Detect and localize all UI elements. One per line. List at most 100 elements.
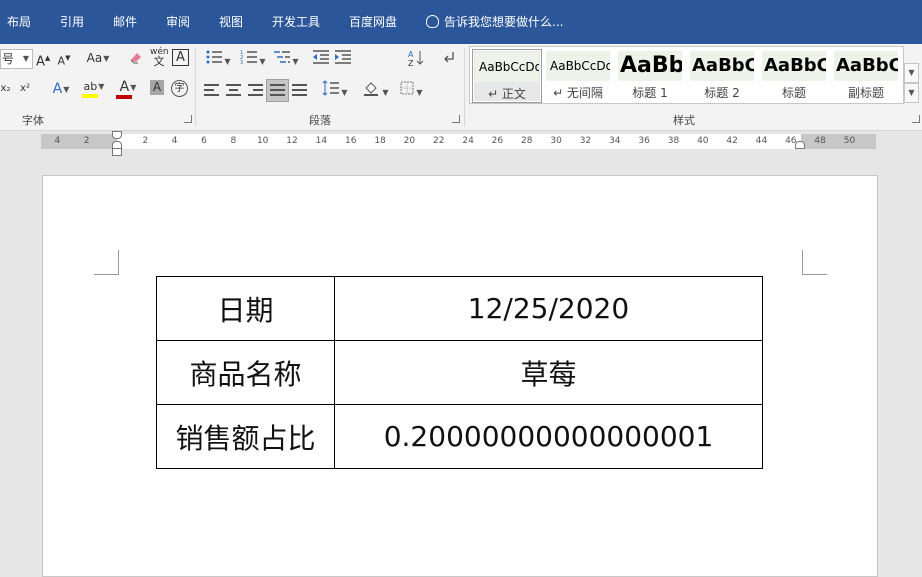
phonetic-guide-button[interactable]: wén 文 — [150, 47, 169, 69]
right-indent-marker[interactable] — [795, 141, 805, 149]
gallery-scroll-down-icon[interactable]: ▼ — [904, 63, 919, 83]
style-normal[interactable]: AaBbCcDd ↵ 正文 — [472, 49, 542, 103]
table-row: 日期 12/25/2020 — [156, 276, 763, 341]
tab-mailings[interactable]: 邮件 — [113, 15, 137, 29]
table-cell-value[interactable]: 0.20000000000000001 — [334, 404, 763, 469]
ruler-tick-label: 44 — [755, 136, 768, 146]
sort-button[interactable]: AZ — [408, 49, 424, 68]
increase-indent-button[interactable] — [334, 49, 352, 67]
paragraph-dialog-launcher-icon[interactable] — [452, 115, 460, 123]
style-heading-2[interactable]: AaBbC 标题 2 — [688, 49, 756, 101]
font-color-button[interactable]: A▼ — [115, 78, 141, 99]
shading-button[interactable]: ▼ — [362, 80, 390, 98]
style-subtitle[interactable]: AaBbC 副标题 — [832, 49, 900, 101]
ruler-tick-label: 36 — [638, 136, 650, 146]
multilevel-list-button[interactable]: ▼ — [272, 49, 300, 67]
first-line-indent-marker[interactable] — [112, 131, 122, 139]
styles-dialog-launcher-icon[interactable] — [912, 115, 920, 123]
style-name: 标题 — [781, 86, 806, 100]
grow-font-button[interactable]: A▲ — [36, 49, 50, 69]
tab-baidu-netdisk[interactable]: 百度网盘 — [349, 15, 397, 29]
svg-text:3: 3 — [240, 60, 243, 65]
ruler-tick-label: 6 — [201, 136, 207, 146]
chevron-down-icon: ▼ — [292, 57, 299, 66]
align-left-icon[interactable] — [204, 84, 219, 96]
style-preview: AaBbCcDd — [475, 52, 539, 82]
ruler-tick-label: 38 — [667, 136, 680, 146]
line-spacing-icon — [323, 80, 340, 96]
tab-references[interactable]: 引用 — [60, 15, 84, 29]
ruler-tick-label: 22 — [433, 136, 445, 146]
chevron-down-icon: ▼ — [130, 83, 137, 92]
table-cell-value[interactable]: 12/25/2020 — [334, 276, 763, 341]
character-shading-button[interactable]: A — [150, 80, 164, 95]
font-dialog-launcher-icon[interactable] — [184, 115, 192, 123]
ruler-tick-label: 34 — [609, 136, 621, 146]
borders-button[interactable]: ▼ — [397, 80, 425, 98]
character-border-button[interactable]: A — [172, 49, 189, 66]
table-cell-value[interactable]: 草莓 — [334, 340, 763, 405]
crop-mark-top-left — [94, 250, 119, 275]
justify-button[interactable] — [266, 79, 289, 102]
tell-me-search[interactable]: 告诉我您想要做什么... — [426, 14, 563, 30]
font-group-label: 字体 — [22, 114, 44, 127]
enclose-characters-button[interactable]: 字 — [171, 80, 188, 97]
ruler-tick-label: 48 — [814, 136, 826, 146]
decrease-indent-icon — [313, 50, 329, 64]
ribbon-tab-bar: 布局 引用 邮件 审阅 视图 开发工具 百度网盘 告诉我您想要做什么... — [0, 0, 922, 44]
numbering-button[interactable]: 1 2 3 ▼ — [238, 49, 268, 67]
show-formatting-marks-button[interactable] — [440, 49, 456, 67]
style-heading-1[interactable]: AaBb 标题 1 — [616, 49, 684, 101]
table-cell-label[interactable]: 商品名称 — [156, 340, 335, 405]
style-title[interactable]: AaBbC 标题 — [760, 49, 828, 101]
tab-review[interactable]: 审阅 — [166, 15, 190, 29]
ruler-tick-label: 40 — [697, 136, 709, 146]
subscript-icon: x₂ — [0, 83, 11, 94]
ruler-tick-label: 4 — [54, 136, 61, 146]
ruler-tick-label: 20 — [403, 136, 416, 146]
shrink-font-button[interactable]: A▼ — [57, 49, 71, 68]
chevron-down-icon: ▼ — [98, 82, 105, 91]
text-effects-button[interactable]: A▼ — [48, 80, 74, 98]
style-name: 标题 2 — [704, 86, 740, 100]
superscript-icon: x² — [20, 83, 30, 94]
subscript-button[interactable]: x₂ — [0, 80, 12, 98]
sort-icon: AZ — [408, 50, 424, 68]
horizontal-ruler[interactable]: 4 2 2 4 6 8 10 12 14 16 18 20 22 24 26 28 30 32 34 36 38 40 42… — [41, 134, 876, 149]
superscript-button[interactable]: x² — [17, 80, 33, 98]
highlight-button[interactable]: ab▼ — [80, 78, 108, 98]
bullets-button[interactable]: ▼ — [203, 49, 233, 67]
distributed-button[interactable] — [292, 82, 308, 98]
decrease-indent-button[interactable] — [312, 49, 330, 67]
change-case-button[interactable]: Aa▼ — [84, 49, 112, 67]
ruler-tick-label: 16 — [344, 136, 357, 146]
paragraph-mark-icon — [444, 52, 454, 63]
gallery-more-icon[interactable]: ▼ — [904, 83, 919, 103]
ruler-tick-label: 42 — [726, 136, 738, 146]
paint-bucket-icon — [364, 82, 379, 96]
line-spacing-button[interactable]: ▼ — [320, 80, 350, 98]
tab-developer[interactable]: 开发工具 — [272, 15, 320, 29]
document-table[interactable]: 日期 12/25/2020 商品名称 草莓 销售额占比 0.2000000000… — [156, 276, 763, 469]
left-indent-marker[interactable] — [112, 148, 122, 156]
clear-formatting-button[interactable] — [128, 49, 144, 67]
tab-view[interactable]: 视图 — [219, 15, 243, 29]
change-case-icon: Aa — [86, 51, 103, 65]
table-row: 销售额占比 0.20000000000000001 — [156, 404, 763, 469]
align-center-icon[interactable] — [226, 84, 241, 96]
numbering-icon: 123 — [240, 50, 258, 66]
tab-layout[interactable]: 布局 — [7, 15, 31, 29]
justify-icon — [270, 84, 285, 96]
chevron-down-icon: ▼ — [63, 85, 70, 94]
crop-mark-top-right — [802, 250, 827, 275]
align-right-icon[interactable] — [248, 84, 263, 96]
lightbulb-icon — [426, 15, 439, 28]
chevron-down-icon: ▼ — [382, 88, 389, 97]
ruler-tick-label: 14 — [315, 136, 328, 146]
ruler-tick-label: 24 — [462, 136, 474, 146]
font-size-select[interactable]: 号 ▼ — [0, 49, 33, 69]
style-no-spacing[interactable]: AaBbCcDd ↵ 无间隔 — [544, 49, 612, 101]
styles-gallery: AaBbCcDd ↵ 正文 AaBbCcDd ↵ 无间隔 AaBb 标题 1 A… — [469, 46, 904, 104]
table-cell-label[interactable]: 销售额占比 — [156, 404, 335, 469]
table-cell-label[interactable]: 日期 — [156, 276, 335, 341]
